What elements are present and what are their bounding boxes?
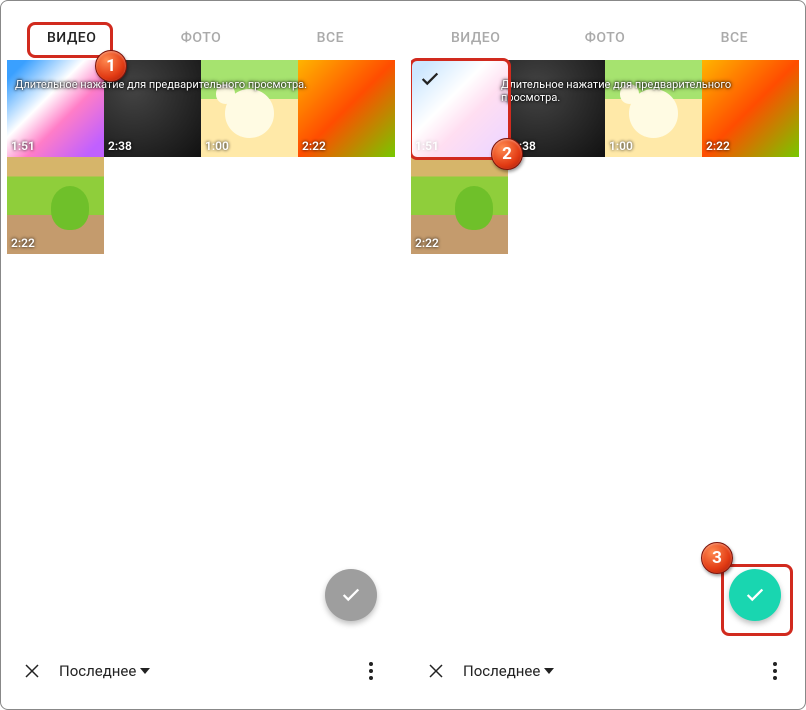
duration-label: 2:22 [415,236,439,250]
filter-dropdown[interactable]: Последнее [463,662,554,680]
thumbnail[interactable]: 2:22 [702,60,799,157]
duration-label: 1:51 [11,139,35,153]
tab-all[interactable]: ВСЕ [670,30,799,46]
chevron-down-icon [544,666,554,676]
thumbnail[interactable]: 2:22 [411,157,508,254]
annotation-badge: 3 [701,542,733,574]
close-button[interactable] [425,662,447,680]
duration-label: 1:00 [205,139,229,153]
screen-left: ВИДЕО ФОТО ВСЕ Длительное нажатие для пр… [7,16,395,696]
duration-label: 2:38 [108,139,132,153]
thumbnail[interactable]: 1:51 [7,60,104,157]
filter-label: Последнее [59,662,136,680]
filter-label: Последнее [463,662,540,680]
chevron-down-icon [140,666,150,676]
duration-label: 1:00 [609,139,633,153]
bottom-bar: Последнее [7,646,395,696]
thumbnail[interactable]: 2:22 [298,60,395,157]
thumbnail[interactable]: 1:00 [201,60,298,157]
thumbnail[interactable]: 2:22 [7,157,104,254]
screen-right: ВИДЕО ФОТО ВСЕ Длительное нажатие для пр… [411,16,799,696]
tab-video[interactable]: ВИДЕО [7,30,136,46]
close-icon [427,662,445,680]
overflow-menu[interactable] [361,662,381,680]
thumbnail[interactable]: 2:38 [104,60,201,157]
bottom-bar: Последнее [411,646,799,696]
gallery: Длительное нажатие для предварительного … [411,60,799,254]
filter-dropdown[interactable]: Последнее [59,662,150,680]
selected-check-icon [419,68,441,90]
check-icon [340,584,362,606]
tab-video[interactable]: ВИДЕО [411,30,540,46]
close-button[interactable] [21,662,43,680]
tab-photo[interactable]: ФОТО [540,30,669,46]
thumbnail[interactable]: 2:38 [508,60,605,157]
tab-all[interactable]: ВСЕ [266,30,395,46]
duration-label: 2:38 [512,139,536,153]
confirm-fab[interactable] [729,569,781,621]
overflow-menu[interactable] [765,662,785,680]
duration-label: 2:22 [11,236,35,250]
duration-label: 1:51 [415,139,439,153]
thumbnail[interactable]: 1:00 [605,60,702,157]
tabs: ВИДЕО ФОТО ВСЕ [7,16,395,60]
check-icon [744,584,766,606]
duration-label: 2:22 [302,139,326,153]
confirm-fab[interactable] [325,569,377,621]
close-icon [23,662,41,680]
tab-photo[interactable]: ФОТО [136,30,265,46]
thumbnail[interactable]: 1:51 [411,60,508,157]
duration-label: 2:22 [706,139,730,153]
gallery: Длительное нажатие для предварительного … [7,60,395,254]
tabs: ВИДЕО ФОТО ВСЕ [411,16,799,60]
